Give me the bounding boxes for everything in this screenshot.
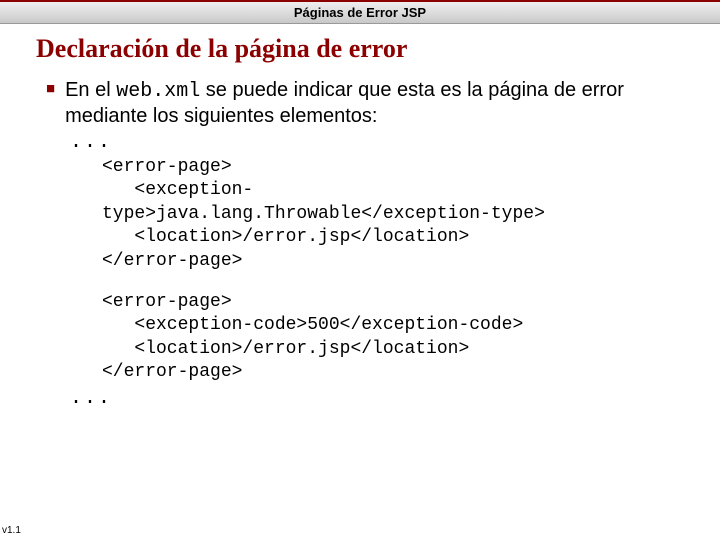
code-block-2: <error-page> <exception-code>500</except… <box>102 291 690 385</box>
ellipsis-top: ... <box>70 131 690 154</box>
header-title: Páginas de Error JSP <box>294 5 426 20</box>
bullet-marker-icon: ■ <box>46 80 55 97</box>
inline-code: web.xml <box>116 80 200 103</box>
version-label: v1.1 <box>2 525 21 536</box>
header-bar: Páginas de Error JSP <box>0 0 720 24</box>
code-block-1: <error-page> <exception- type>java.lang.… <box>102 156 690 273</box>
ellipsis-bottom: ... <box>70 387 690 410</box>
content-area: ■ En el web.xml se puede indicar que est… <box>46 78 690 410</box>
slide-title: Declaración de la página de error <box>36 34 720 64</box>
bullet-text: En el web.xml se puede indicar que esta … <box>65 78 690 129</box>
bullet-prefix: En el <box>65 79 116 101</box>
bullet-item: ■ En el web.xml se puede indicar que est… <box>46 78 690 129</box>
